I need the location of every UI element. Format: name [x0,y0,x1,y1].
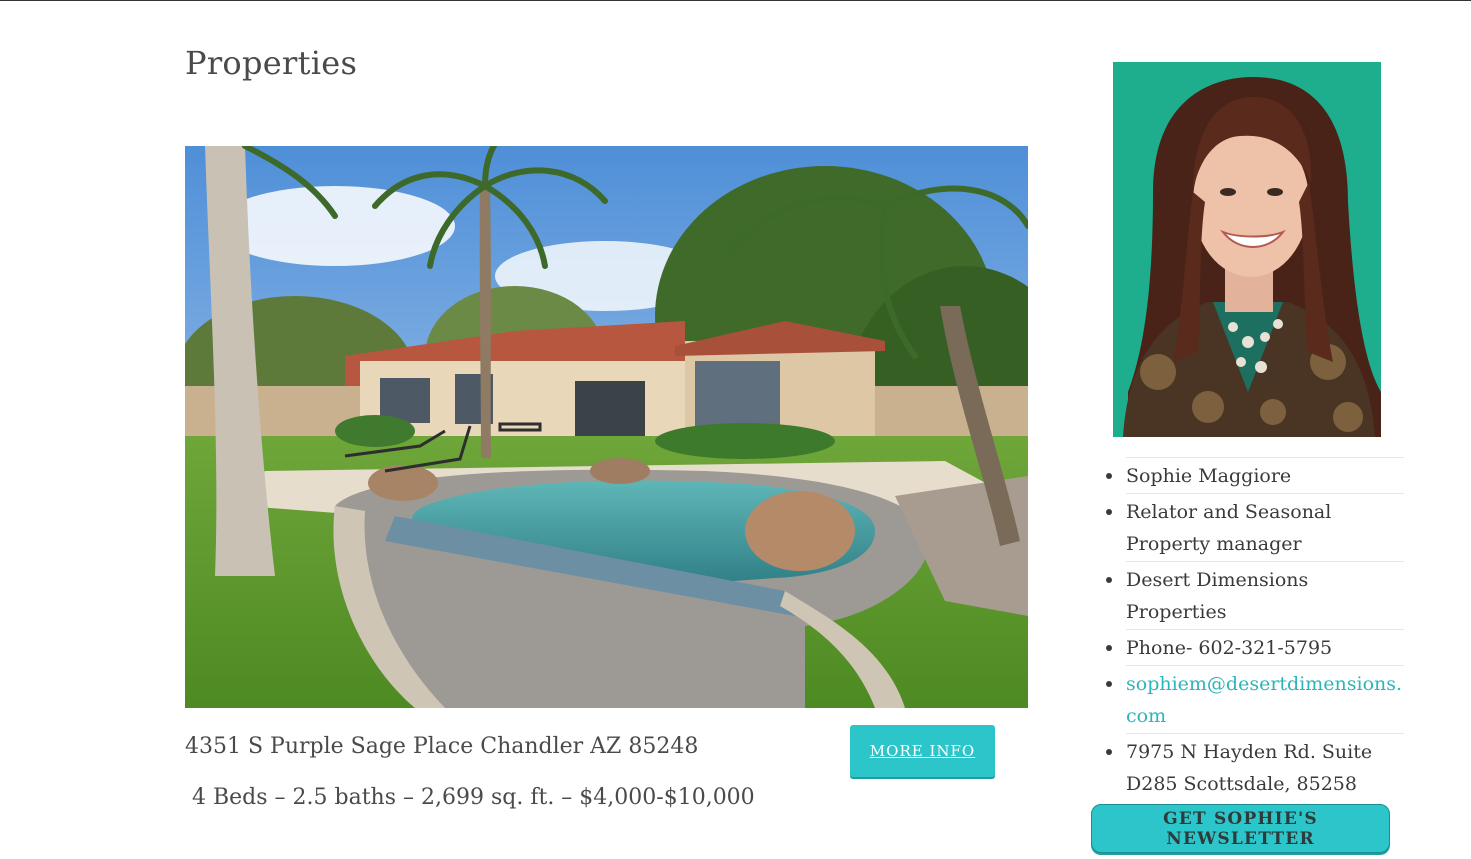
list-item: Relator and Seasonal Property manager [1106,493,1404,561]
page-title: Properties [185,44,358,82]
agent-portrait [1113,62,1381,437]
house-with-pool-image [185,146,1028,708]
agent-company: Desert Dimensions Properties [1126,569,1309,623]
agent-portrait-image [1113,62,1381,437]
property-details: 4 Beds – 2.5 baths – 2,699 sq. ft. – $4,… [185,785,755,810]
list-item: 7975 N Hayden Rd. Suite D285 Scottsdale,… [1106,733,1404,801]
newsletter-button[interactable]: GET SOPHIE'S NEWSLETTER [1091,804,1390,853]
agent-email-link[interactable]: sophiem@desertdimensions.com [1126,673,1402,727]
list-item: Sophie Maggiore [1106,457,1404,493]
list-item: Desert Dimensions Properties [1106,561,1404,629]
agent-phone: Phone- 602-321-5795 [1126,637,1333,659]
agent-contact-list: Sophie Maggiore Relator and Seasonal Pro… [1106,457,1404,801]
more-info-button[interactable]: MORE INFO [850,725,995,777]
agent-role: Relator and Seasonal Property manager [1126,501,1332,555]
list-item: sophiem@desertdimensions.com [1106,665,1404,733]
agent-name: Sophie Maggiore [1126,465,1292,487]
property-photo[interactable] [185,146,1028,708]
agent-office-address: 7975 N Hayden Rd. Suite D285 Scottsdale,… [1126,741,1373,795]
top-border [0,0,1471,1]
property-address: 4351 S Purple Sage Place Chandler AZ 852… [185,734,699,759]
list-item: Phone- 602-321-5795 [1106,629,1404,665]
